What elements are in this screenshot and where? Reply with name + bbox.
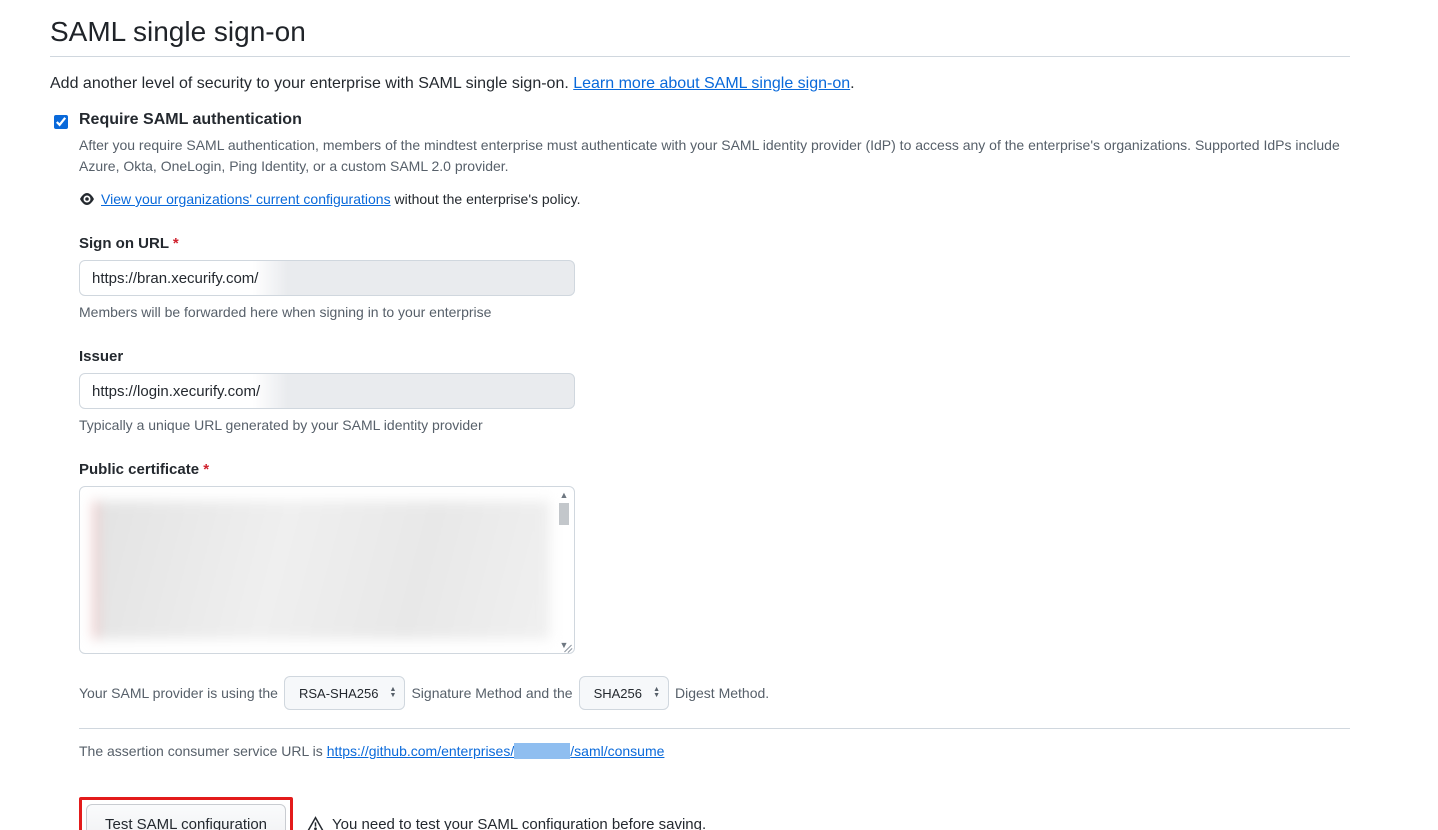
sig-suffix: Digest Method. bbox=[675, 685, 769, 701]
signature-method-value: RSA-SHA256 bbox=[299, 686, 378, 701]
require-saml-description: After you require SAML authentication, m… bbox=[79, 135, 1350, 177]
issuer-input[interactable] bbox=[79, 373, 575, 409]
sign-on-url-label-text: Sign on URL bbox=[79, 235, 169, 252]
sign-on-url-label: Sign on URL * bbox=[79, 235, 575, 252]
acs-url-row: The assertion consumer service URL is ht… bbox=[79, 743, 1350, 759]
digest-method-value: SHA256 bbox=[594, 686, 642, 701]
acs-prefix: The assertion consumer service URL is bbox=[79, 743, 327, 759]
signature-method-select[interactable]: RSA-SHA256 ▲▼ bbox=[284, 676, 405, 710]
require-saml-checkbox[interactable] bbox=[54, 115, 68, 129]
sign-on-url-help: Members will be forwarded here when sign… bbox=[79, 304, 575, 320]
select-caret-icon: ▲▼ bbox=[390, 687, 397, 699]
issuer-help: Typically a unique URL generated by your… bbox=[79, 417, 575, 433]
test-button-highlight: Test SAML configuration bbox=[79, 797, 293, 830]
scroll-up-icon[interactable]: ▲ bbox=[560, 489, 569, 501]
acs-url-link[interactable]: https://github.com/enterprises/XXXXXX/sa… bbox=[327, 743, 665, 759]
required-asterisk: * bbox=[173, 235, 179, 252]
public-cert-label-text: Public certificate bbox=[79, 461, 199, 478]
eye-icon bbox=[79, 191, 95, 207]
acs-url-masked: XXXXXX bbox=[514, 743, 570, 759]
sig-mid: Signature Method and the bbox=[411, 685, 572, 701]
issuer-label: Issuer bbox=[79, 348, 575, 365]
public-cert-blurred-content bbox=[94, 501, 550, 639]
page-scroll-container[interactable]: SAML single sign-on Add another level of… bbox=[0, 0, 1438, 830]
acs-url-prefix: https://github.com/enterprises/ bbox=[327, 743, 515, 759]
signature-method-row: Your SAML provider is using the RSA-SHA2… bbox=[79, 676, 1350, 729]
resize-handle-icon[interactable] bbox=[560, 639, 574, 653]
view-config-suffix: without the enterprise's policy. bbox=[391, 191, 581, 207]
require-saml-label: Require SAML authentication bbox=[79, 111, 302, 128]
view-config-link[interactable]: View your organizations' current configu… bbox=[101, 191, 391, 207]
intro-text: Add another level of security to your en… bbox=[50, 75, 1350, 93]
scroll-thumb[interactable] bbox=[559, 503, 569, 525]
test-saml-button[interactable]: Test SAML configuration bbox=[86, 804, 286, 830]
required-asterisk: * bbox=[203, 461, 209, 478]
test-warning-text: You need to test your SAML configuration… bbox=[332, 816, 706, 830]
intro-prefix: Add another level of security to your en… bbox=[50, 75, 573, 92]
sign-on-url-input[interactable] bbox=[79, 260, 575, 296]
page-title: SAML single sign-on bbox=[50, 16, 1350, 57]
sig-prefix: Your SAML provider is using the bbox=[79, 685, 278, 701]
learn-more-link[interactable]: Learn more about SAML single sign-on bbox=[573, 75, 850, 92]
public-cert-label: Public certificate * bbox=[79, 461, 575, 478]
alert-icon bbox=[307, 816, 324, 830]
select-caret-icon: ▲▼ bbox=[653, 687, 660, 699]
public-cert-textarea[interactable]: ▲ ▼ bbox=[79, 486, 575, 654]
view-config-row: View your organizations' current configu… bbox=[79, 191, 1350, 207]
acs-url-suffix: /saml/consume bbox=[570, 743, 664, 759]
cert-scrollbar[interactable]: ▲ ▼ bbox=[556, 489, 572, 651]
intro-period: . bbox=[850, 75, 854, 92]
digest-method-select[interactable]: SHA256 ▲▼ bbox=[579, 676, 669, 710]
